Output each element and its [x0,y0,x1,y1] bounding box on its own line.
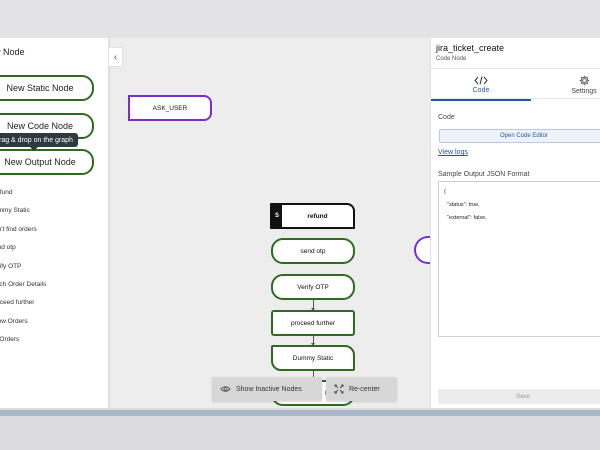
node-list-item[interactable]: erify OTP [0,263,46,281]
start-badge: S [272,205,282,227]
top-bar [0,0,600,38]
save-button[interactable]: Save [438,389,600,404]
node-list: refund ummy Static an't find orders end … [0,189,46,355]
json-line: "external": false, [444,215,487,221]
graph-node-verify-otp[interactable]: Verify OTP [271,274,355,300]
node-palette-panel: w Node New Static Node New Code Node New… [0,38,109,408]
recenter-icon [334,384,344,394]
graph-canvas[interactable]: ASK_USER S refund send otp Verify OTP pr… [110,38,438,408]
chevron-left-icon: ‹ [113,51,118,63]
node-type: Code Node [436,56,467,62]
show-inactive-label: Show Inactive Nodes [236,385,302,393]
node-list-item[interactable]: o Orders [0,336,46,354]
recenter-label: Re-center [349,385,380,393]
node-list-item[interactable]: end otp [0,244,46,262]
node-details-panel: jira_ticket_create Code Node Code Settin… [430,38,600,408]
sample-output-label: Sample Output JSON Format [438,171,530,178]
graph-edge [311,336,315,346]
graph-node-refund[interactable]: S refund [270,203,355,229]
tab-bar: Code Settings [431,68,600,101]
bottom-divider [0,410,600,416]
tab-settings[interactable]: Settings [559,69,600,100]
view-logs-link[interactable]: View logs [438,149,468,156]
graph-node-ask-user[interactable]: ASK_USER [128,95,212,121]
bottom-bar [0,408,600,450]
graph-node-dummy-static[interactable]: Dummy Static [271,345,355,371]
node-list-item[interactable]: ummy Static [0,207,46,225]
tab-settings-label: Settings [571,87,597,95]
recenter-button[interactable]: Re-center [326,377,397,401]
tab-code-label: Code [472,86,490,94]
node-label: refund [307,212,328,220]
json-line: { [444,189,446,195]
drag-drop-tooltip: rag & drop on the graph [0,133,78,151]
node-list-item[interactable]: refund [0,189,46,207]
node-list-item[interactable]: an't find orders [0,226,46,244]
node-list-item[interactable]: etch Order Details [0,281,46,299]
eye-icon [220,386,231,392]
node-list-item[interactable]: roceed further [0,299,46,317]
sample-output-json[interactable]: { "status": true, "external": false, [438,181,600,337]
collapse-panel-button[interactable]: ‹ [109,47,123,67]
json-line: "status": true, [444,202,480,208]
open-code-editor-button[interactable]: Open Code Editor [439,129,600,143]
code-section-label: Code [438,114,455,121]
gear-icon [579,75,589,85]
panel-title: w Node [0,47,25,57]
tab-code[interactable]: Code [431,69,531,101]
graph-node-proceed-further[interactable]: proceed further [271,310,355,336]
new-output-node-button[interactable]: New Output Node [0,149,94,175]
node-title: jira_ticket_create [436,43,505,53]
show-inactive-nodes-button[interactable]: Show Inactive Nodes [212,377,322,401]
graph-node-send-otp[interactable]: send otp [271,238,355,264]
graph-edge [311,300,315,311]
code-icon [474,75,488,85]
node-list-item[interactable]: how Orders [0,318,46,336]
new-static-node-button[interactable]: New Static Node [0,75,94,101]
